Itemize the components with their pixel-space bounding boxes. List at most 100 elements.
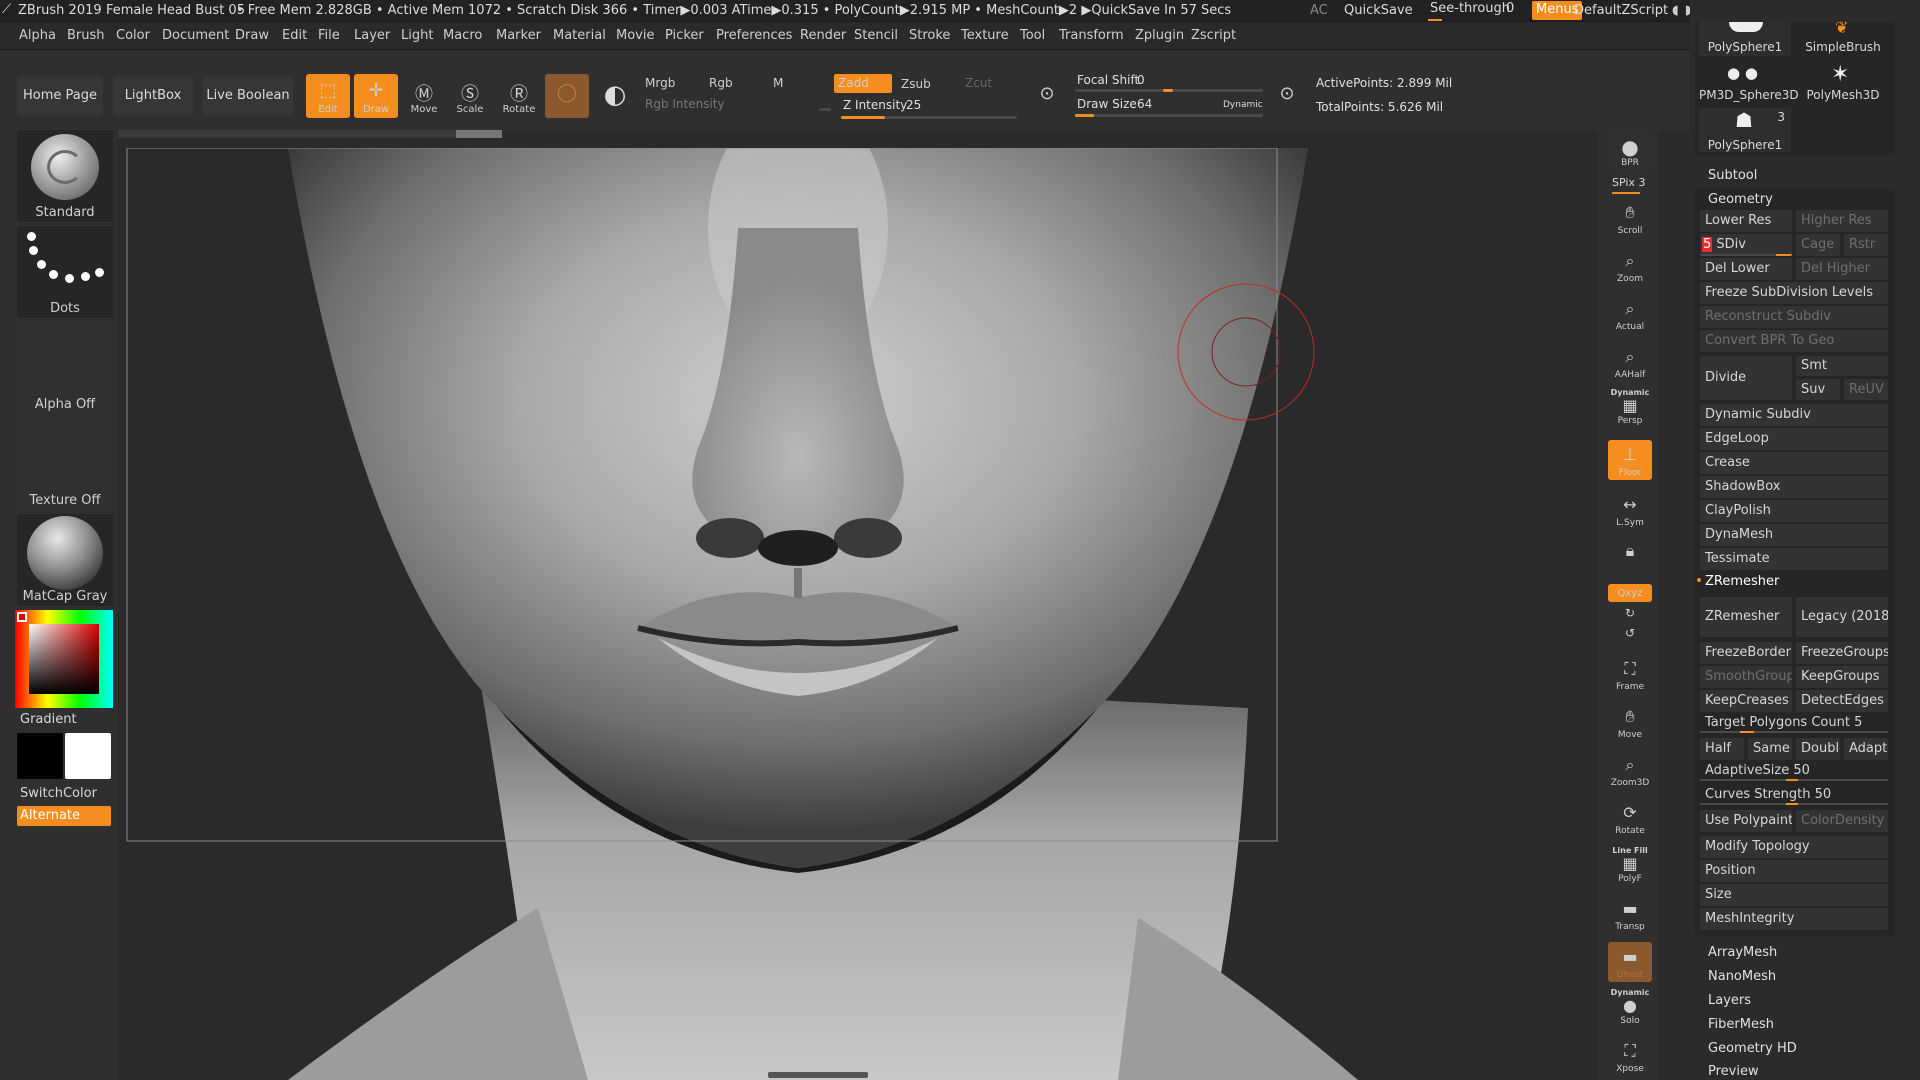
same-button[interactable]: Same: [1748, 738, 1792, 760]
3d-viewport[interactable]: [118, 148, 1598, 1080]
rstr-button[interactable]: Rstr: [1844, 234, 1888, 256]
nanomesh-section[interactable]: NanoMesh: [1708, 969, 1776, 984]
spix-slider[interactable]: SPix 3: [1612, 176, 1652, 194]
aahalf-button[interactable]: ⌕ AAHalf: [1608, 342, 1652, 382]
menu-draw[interactable]: Draw: [235, 28, 269, 43]
menu-movie[interactable]: Movie: [616, 28, 654, 43]
keep-creases-button[interactable]: KeepCreases: [1700, 690, 1792, 712]
menu-color[interactable]: Color: [116, 28, 150, 43]
menu-marker[interactable]: Marker: [496, 28, 541, 43]
rotate-axis-icons[interactable]: ↻ ↺: [1608, 606, 1652, 646]
layers-section[interactable]: Layers: [1708, 993, 1751, 1008]
secondary-color-swatch[interactable]: [17, 733, 63, 779]
position-section[interactable]: Position: [1700, 860, 1888, 882]
frame-button[interactable]: ⛶ Frame: [1608, 654, 1652, 694]
crease-section[interactable]: Crease: [1700, 452, 1888, 474]
menu-macro[interactable]: Macro: [443, 28, 482, 43]
lsym-button[interactable]: ↔ L.Sym: [1608, 490, 1652, 530]
fibermesh-section[interactable]: FiberMesh: [1708, 1017, 1774, 1032]
higher-res-button[interactable]: Higher Res: [1796, 210, 1888, 232]
cage-button[interactable]: Cage: [1796, 234, 1840, 256]
xyz-button[interactable]: Qxyz: [1608, 584, 1652, 602]
draw-size-slider[interactable]: Draw Size 64 Dynamic: [1075, 96, 1263, 118]
zcut-button[interactable]: Zcut: [965, 76, 992, 90]
adaptive-size-slider[interactable]: AdaptiveSize 50: [1700, 760, 1888, 782]
mesh-integrity-section[interactable]: MeshIntegrity: [1700, 908, 1888, 930]
default-zscript-button[interactable]: DefaultZScript: [1574, 3, 1668, 18]
material-swatch-button[interactable]: ◯: [545, 74, 589, 118]
rotate-3d-button[interactable]: ⟳ Rotate: [1608, 798, 1652, 838]
menu-tool[interactable]: Tool: [1020, 28, 1045, 43]
z-intensity-slider[interactable]: Z Intensity 25: [841, 98, 1017, 120]
menu-brush[interactable]: Brush: [67, 28, 105, 43]
reconstruct-subdiv-button[interactable]: Reconstruct Subdiv: [1700, 306, 1888, 328]
bpr-button[interactable]: ● BPR: [1608, 130, 1652, 170]
lower-res-button[interactable]: Lower Res: [1700, 210, 1792, 232]
tool-pm3d-sphere3d[interactable]: ● ● PM3D_Sphere3D: [1699, 62, 1799, 106]
convert-bpr-button[interactable]: Convert BPR To Geo: [1700, 330, 1888, 352]
local-lock-button[interactable]: 🔒︎: [1608, 536, 1652, 576]
rgb-intensity-slider[interactable]: Rgb Intensity: [643, 96, 833, 114]
material-picker[interactable]: MatCap Gray: [17, 514, 113, 606]
claypolish-section[interactable]: ClayPolish: [1700, 500, 1888, 522]
tool-polysphere1-subtool[interactable]: ☗ 3 PolySphere1: [1699, 108, 1791, 152]
main-color-swatch[interactable]: [65, 733, 111, 779]
geometry-hd-section[interactable]: Geometry HD: [1708, 1041, 1797, 1056]
subtool-section[interactable]: Subtool: [1708, 168, 1757, 183]
xpose-button[interactable]: ⛶ Xpose: [1608, 1036, 1652, 1076]
menu-alpha[interactable]: Alpha: [19, 28, 56, 43]
color-swatch-button[interactable]: ◐: [593, 74, 637, 118]
menu-edit[interactable]: Edit: [282, 28, 307, 43]
move-3d-button[interactable]: ✋︎ Move: [1608, 702, 1652, 742]
menu-file[interactable]: File: [318, 28, 340, 43]
freeze-border-button[interactable]: FreezeBorder: [1700, 642, 1792, 664]
floor-button[interactable]: ⊥ Floor: [1608, 440, 1652, 480]
texture-picker[interactable]: Texture Off: [17, 418, 113, 510]
tool-polysphere1[interactable]: PolySphere1: [1699, 22, 1791, 56]
actual-button[interactable]: ⌕ Actual: [1608, 294, 1652, 334]
ghost-button[interactable]: ▬ Ghost: [1608, 942, 1652, 982]
adapt-button[interactable]: Adapt: [1844, 738, 1888, 760]
mrgb-button[interactable]: Mrgb: [645, 76, 675, 90]
canvas-scroll-bar[interactable]: [118, 130, 502, 138]
alpha-picker[interactable]: Alpha Off: [17, 322, 113, 414]
rgb-button[interactable]: Rgb: [709, 76, 733, 90]
persp-button[interactable]: Dynamic ▦ Persp: [1608, 388, 1652, 428]
dynamic-draw-mode-icon[interactable]: ⊙: [1270, 78, 1304, 112]
preview-section[interactable]: Preview: [1708, 1064, 1759, 1079]
polyf-button[interactable]: Line Fill ▦ PolyF: [1608, 846, 1652, 886]
alternate-button[interactable]: Alternate: [17, 806, 111, 826]
menu-picker[interactable]: Picker: [665, 28, 704, 43]
menu-render[interactable]: Render: [800, 28, 846, 43]
home-page-button[interactable]: Home Page: [17, 76, 103, 116]
menu-zplugin[interactable]: Zplugin: [1135, 28, 1184, 43]
zoom3d-button[interactable]: ⌕ Zoom3D: [1608, 750, 1652, 790]
stroke-picker[interactable]: Dots: [17, 226, 113, 318]
ac-button[interactable]: AC: [1310, 3, 1328, 18]
del-higher-button[interactable]: Del Higher: [1796, 258, 1888, 280]
smt-toggle[interactable]: Smt: [1796, 356, 1888, 376]
zremesher-section[interactable]: ZRemesher: [1700, 571, 1888, 593]
color-density-slider[interactable]: ColorDensity: [1796, 810, 1888, 832]
edgeloop-section[interactable]: EdgeLoop: [1700, 428, 1888, 450]
half-button[interactable]: Half: [1700, 738, 1744, 760]
double-button[interactable]: Double: [1796, 738, 1840, 760]
color-picker[interactable]: [15, 610, 113, 708]
tool-polymesh3d[interactable]: ✶ PolyMesh3D: [1795, 62, 1891, 106]
shadowbox-section[interactable]: ShadowBox: [1700, 476, 1888, 498]
focal-shift-mode-icon[interactable]: ⊙: [1030, 78, 1064, 112]
scroll-button[interactable]: ✋︎ Scroll: [1608, 198, 1652, 238]
m-button[interactable]: M: [773, 76, 783, 90]
zremesher-button[interactable]: ZRemesher: [1700, 597, 1792, 637]
curves-strength-slider[interactable]: Curves Strength 50: [1700, 784, 1888, 806]
menu-layer[interactable]: Layer: [354, 28, 390, 43]
smooth-groups-slider[interactable]: SmoothGroups: [1700, 666, 1792, 688]
arraymesh-section[interactable]: ArrayMesh: [1708, 945, 1777, 960]
menu-zscript[interactable]: Zscript: [1191, 28, 1236, 43]
menu-preferences[interactable]: Preferences: [716, 28, 792, 43]
use-polypaint-button[interactable]: Use Polypaint: [1700, 810, 1792, 832]
dynamesh-section[interactable]: DynaMesh: [1700, 524, 1888, 546]
menu-transform[interactable]: Transform: [1059, 28, 1124, 43]
menu-stroke[interactable]: Stroke: [909, 28, 950, 43]
tool-simplebrush[interactable]: ❦ SimpleBrush: [1795, 18, 1891, 56]
